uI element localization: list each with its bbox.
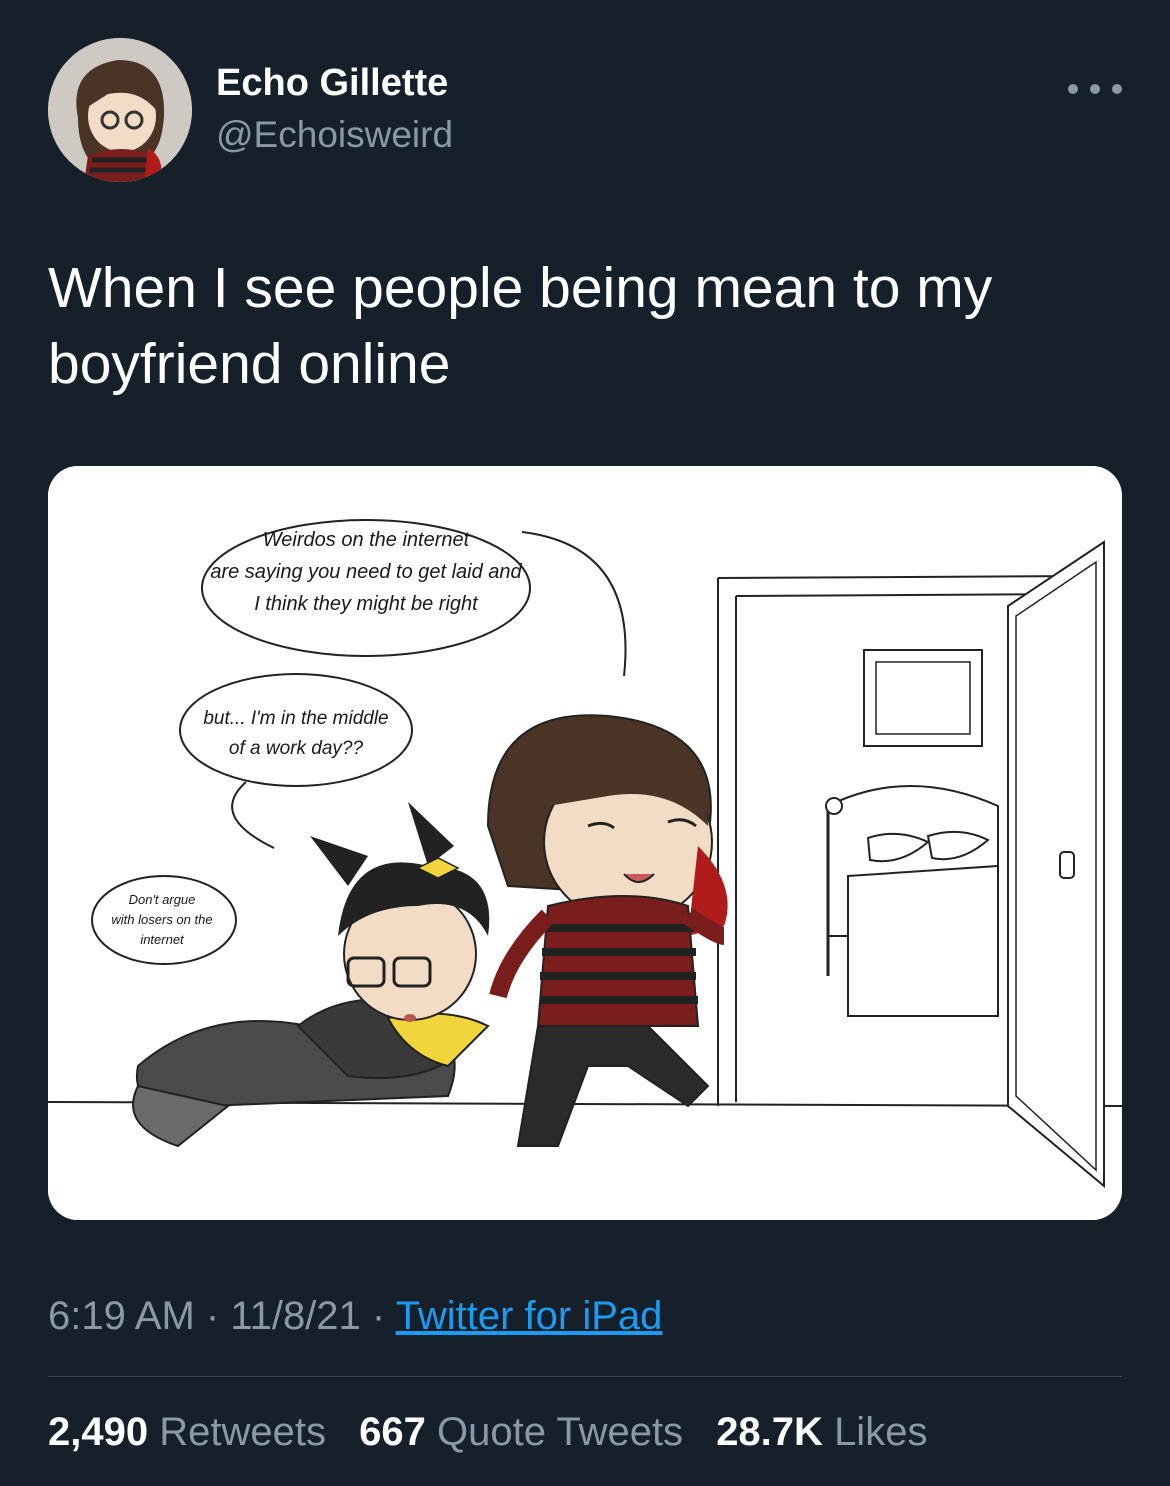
quote-tweets-stat[interactable]: 667 Quote Tweets <box>359 1410 683 1454</box>
bubble-1-line-3: I think they might be right <box>254 593 479 615</box>
more-dot <box>1068 84 1078 94</box>
avatar-illustration <box>48 38 192 182</box>
comic-illustration: Weirdos on the internet are saying you n… <box>48 466 1122 1220</box>
meta-separator: · <box>194 1294 231 1338</box>
author-display-name[interactable]: Echo Gillette <box>216 62 448 105</box>
quote-tweets-label: Quote Tweets <box>436 1410 684 1454</box>
bubble-2-line-2: of a work day?? <box>229 738 364 759</box>
bubble-3-line-2: with losers on the <box>111 912 212 927</box>
bubble-3-line-1: Don't argue <box>129 892 196 907</box>
avatar[interactable] <box>48 38 192 182</box>
likes-stat[interactable]: 28.7K Likes <box>716 1410 927 1454</box>
bubble-2-line-1: but... I'm in the middle <box>203 708 388 729</box>
divider <box>48 1376 1122 1377</box>
tweet-image[interactable]: Weirdos on the internet are saying you n… <box>48 466 1122 1220</box>
tweet-date[interactable]: 11/8/21 <box>230 1294 361 1338</box>
tweet-text: When I see people being mean to my boyfr… <box>48 256 993 396</box>
tweet-source-link[interactable]: Twitter for iPad <box>396 1294 663 1338</box>
bubble-1-line-1: Weirdos on the internet <box>263 529 471 551</box>
retweets-stat[interactable]: 2,490 Retweets <box>48 1410 326 1454</box>
more-dot <box>1090 84 1100 94</box>
tweet-meta: 6:19 AM · 11/8/21 · Twitter for iPad <box>48 1294 662 1339</box>
retweets-label: Retweets <box>159 1410 326 1454</box>
likes-count: 28.7K <box>716 1410 823 1454</box>
retweets-count: 2,490 <box>48 1410 149 1454</box>
more-options-icon[interactable] <box>1068 74 1122 104</box>
quote-tweets-count: 667 <box>359 1410 426 1454</box>
author-handle[interactable]: @Echoisweird <box>216 114 453 156</box>
meta-separator: · <box>360 1294 396 1338</box>
more-dot <box>1112 84 1122 94</box>
tweet-stats: 2,490 Retweets 667 Quote Tweets 28.7K Li… <box>48 1410 949 1455</box>
bubble-1-line-2: are saying you need to get laid and <box>210 561 522 583</box>
tweet-time[interactable]: 6:19 AM <box>48 1294 195 1338</box>
likes-label: Likes <box>834 1410 928 1454</box>
bubble-3-line-3: internet <box>140 932 185 947</box>
